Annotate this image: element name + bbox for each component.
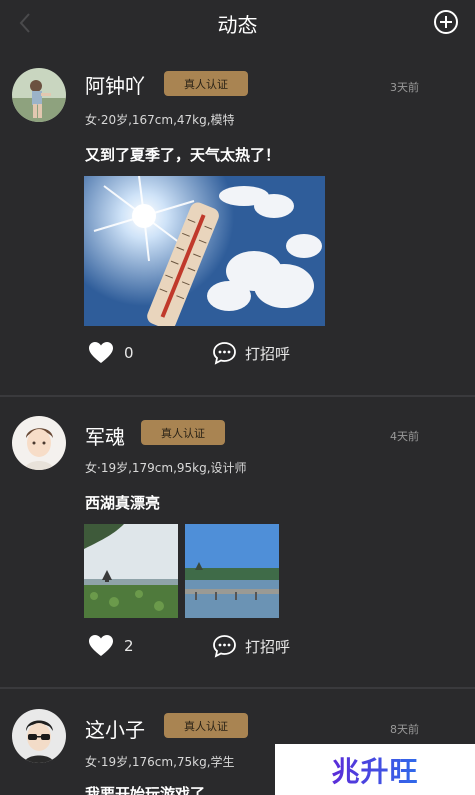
username[interactable]: 阿钟吖 (85, 70, 145, 99)
post-card[interactable]: 军魂 真人认证 4天前 女·19岁,179cm,95kg,设计师 西湖真漂亮 2… (0, 397, 475, 687)
watermark-logo: 兆升旺 (275, 744, 475, 795)
chat-bubble-icon (213, 342, 236, 365)
avatar[interactable] (12, 416, 66, 470)
avatar[interactable] (12, 709, 66, 763)
like-button[interactable]: 2 (88, 634, 134, 658)
greet-label: 打招呼 (245, 637, 291, 656)
post-image[interactable] (185, 524, 279, 618)
user-meta: 女·19岁,179cm,95kg,设计师 (85, 461, 247, 475)
post-image[interactable] (84, 524, 178, 618)
user-meta: 女·20岁,167cm,47kg,模特 (85, 113, 235, 127)
post-image[interactable] (84, 176, 325, 326)
like-button[interactable]: 0 (88, 341, 134, 365)
post-time: 8天前 (390, 723, 419, 736)
greet-label: 打招呼 (245, 344, 291, 363)
avatar[interactable] (12, 68, 66, 122)
verified-badge: 真人认证 (164, 713, 248, 738)
post-time: 4天前 (390, 430, 419, 443)
verified-badge: 真人认证 (141, 420, 225, 445)
like-count: 2 (124, 637, 134, 655)
post-text: 西湖真漂亮 (85, 494, 161, 512)
post-card[interactable]: 阿钟吖 真人认证 3天前 女·20岁,167cm,47kg,模特 又到了夏季了，… (0, 0, 475, 395)
heart-icon (89, 342, 113, 363)
post-text: 又到了夏季了，天气太热了！ (85, 146, 281, 164)
like-count: 0 (124, 344, 134, 362)
post-text: 我要开始玩游戏了 (85, 785, 206, 795)
user-meta: 女·19岁,176cm,75kg,学生 (85, 755, 235, 769)
greet-button[interactable]: 打招呼 (212, 634, 290, 658)
post-time: 3天前 (390, 81, 419, 94)
username[interactable]: 这小子 (85, 714, 145, 743)
greet-button[interactable]: 打招呼 (212, 341, 290, 365)
heart-icon (89, 635, 113, 656)
chat-bubble-icon (213, 635, 236, 658)
verified-badge: 真人认证 (164, 71, 248, 96)
watermark-text: 兆升旺 (331, 750, 418, 790)
username[interactable]: 军魂 (85, 421, 125, 450)
